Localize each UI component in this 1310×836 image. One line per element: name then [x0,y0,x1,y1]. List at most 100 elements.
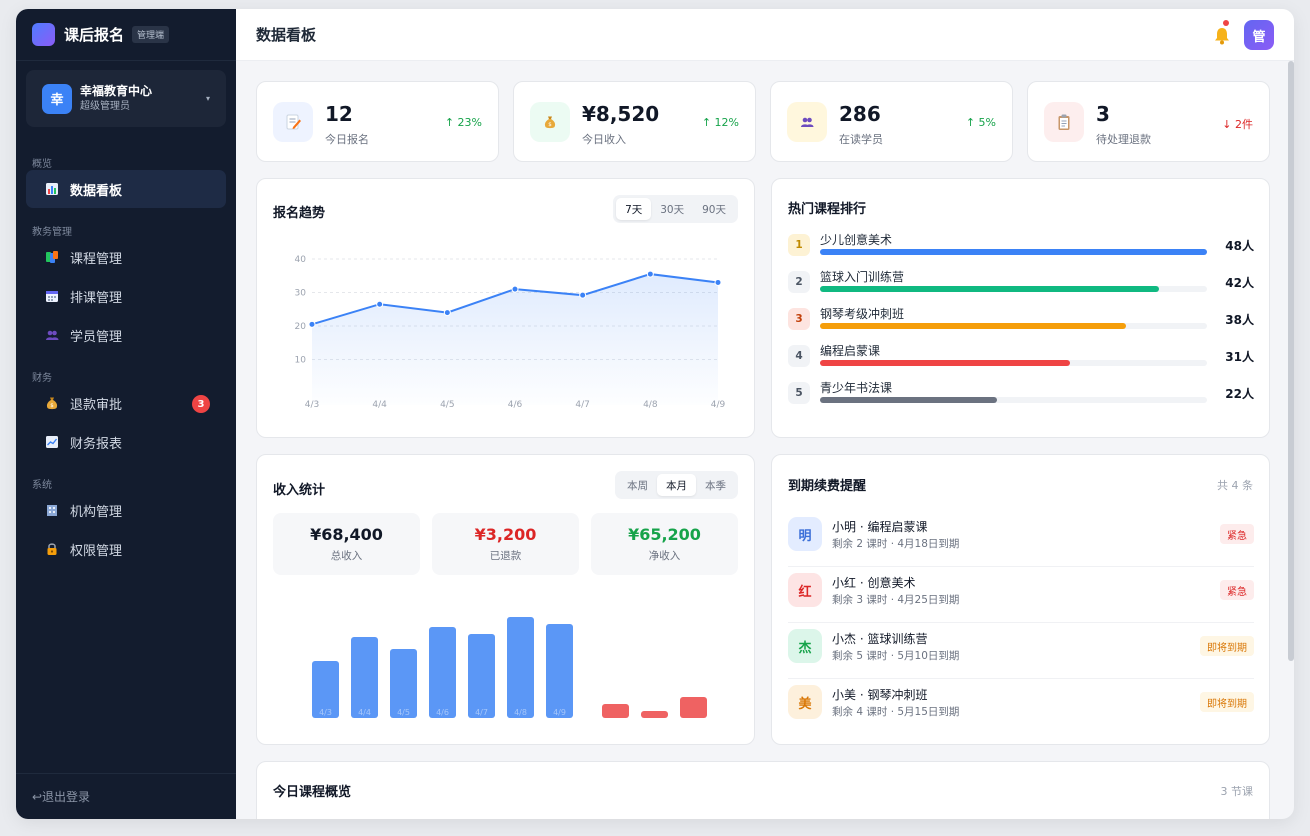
income-summary-box: ¥65,200 净收入 [591,513,738,575]
chevron-down-icon: ▾ [205,94,210,103]
ranking-row[interactable]: 1 少儿创意美术 48人 [788,231,1254,261]
sidebar-item[interactable]: 课程管理 [26,238,226,276]
rank-bar-fill [820,397,998,403]
books-icon [44,249,60,265]
stat-card: 286 在读学员 ↑ 5% [770,81,1013,162]
rank-bar-fill [820,360,1070,366]
sidebar-item[interactable]: $ 退款审批 3 [26,384,226,422]
sidebar-item[interactable]: 排课管理 [26,277,226,315]
rank-number: 4 [788,345,810,367]
users-icon [787,102,827,142]
reminder-title: 小杰 · 篮球训练营 [832,632,928,646]
stat-label: 今日报名 [325,133,369,146]
building-icon [44,502,60,518]
reminder-title: 小明 · 编程启蒙课 [832,520,928,534]
svg-text:$: $ [548,122,552,128]
rank-bar-fill [820,249,1207,255]
summary-label: 已退款 [489,550,522,562]
y-tick-label: 30 [295,289,307,299]
renewal-reminders-count: 共 4 条 [1217,479,1253,492]
reminder-row[interactable]: 明小明 · 编程启蒙课 剩余 2 课时 · 4月18日到期 紧急 [788,511,1254,567]
trend-point [443,309,451,317]
brand-tag: 管理端 [132,26,170,43]
scrollbar[interactable] [1288,61,1294,661]
bar-label: 4/8 [514,708,527,717]
rank-bar-track [820,360,1207,366]
rank-bar-fill [820,286,1159,292]
stat-value: 286 [839,102,881,126]
svg-text:$: $ [50,403,54,409]
trend-range-toggle: 7天 30天 90天 [613,195,738,223]
renewal-reminders-card: 到期续费提醒 共 4 条 明小明 · 编程启蒙课 剩余 2 课时 · 4月18日到… [771,454,1270,745]
course-name: 编程启蒙课 [820,344,881,358]
income-summary-box: ¥3,200 已退款 [432,513,579,575]
range-option[interactable]: 本周 [618,474,657,496]
summary-value: ¥3,200 [474,525,537,544]
user-avatar[interactable]: 管 [1244,20,1274,50]
course-name: 少儿创意美术 [820,233,893,247]
bar-label: 4/5 [397,708,410,717]
reminder-detail: 剩余 3 课时 · 4月25日到期 [832,594,960,606]
stat-trend: ↓ 2件 [1222,118,1253,131]
sidebar-item[interactable]: 学员管理 [26,316,226,354]
sidebar-item-label: 课程管理 [70,251,123,267]
stat-card: 3 待处理退款 ↓ 2件 [1027,81,1270,162]
reminder-row[interactable]: 杰小杰 · 篮球训练营 剩余 5 课时 · 5月10日到期 即将到期 [788,623,1254,679]
bell-icon[interactable] [1212,26,1232,46]
brand-logo [32,23,55,46]
bar-label: 4/3 [319,708,332,717]
urgency-tag: 紧急 [1220,580,1254,600]
trend-area [312,274,718,405]
rank-bar-track [820,397,1207,403]
sidebar-nav: 概览 数据看板 教务管理 课程管理 排课管理 学员管理 财务 $ 退款审批 3 财务报表 系统 机构管理… [16,155,236,568]
bar-label: 4/6 [436,708,449,717]
x-tick-label: 4/8 [643,400,658,410]
rank-bar-fill [820,323,1127,329]
summary-label: 总收入 [330,550,363,562]
ranking-row[interactable]: 4 编程启蒙课 31人 [788,342,1254,372]
student-avatar: 红 [788,573,822,607]
range-option[interactable]: 7天 [616,198,652,220]
trend-point [308,320,316,328]
today-courses-card: 今日课程概览 3 节课 [256,761,1270,819]
money-bag-icon: $ [44,395,60,411]
range-option[interactable]: 30天 [651,198,693,220]
logout-button[interactable]: ↩退出登录 [16,773,236,819]
x-tick-label: 4/7 [575,400,589,410]
sidebar-item-label: 学员管理 [70,329,123,345]
enroll-count: 38人 [1225,313,1254,327]
signup-trend-card: 报名趋势 7天 30天 90天 10 20 30 40 4/3 4/4 4/5 4/6 4/7 4/8… [256,178,755,438]
org-switcher[interactable]: 幸 幸福教育中心 超级管理员 ▾ [26,70,226,127]
money-bag-icon: $ [530,102,570,142]
reminder-row[interactable]: 美小美 · 钢琴冲刺班 剩余 4 课时 · 5月15日到期 即将到期 [788,679,1254,735]
sidebar-item[interactable]: 权限管理 [26,530,226,568]
app-window: 课后报名 管理端 幸 幸福教育中心 超级管理员 ▾ 概览 数据看板 教务管理 课程管理… [16,9,1294,819]
sidebar-item[interactable]: 机构管理 [26,491,226,529]
range-option[interactable]: 本月 [657,474,696,496]
count-badge: 3 [192,395,210,413]
lock-icon [44,541,60,557]
income-bar [351,637,378,718]
enroll-count: 42人 [1225,276,1254,290]
ranking-row[interactable]: 5 青少年书法课 22人 [788,379,1254,409]
stat-card: $ ¥8,520 今日收入 ↑ 12% [513,81,756,162]
today-courses-title: 今日课程概览 [273,785,352,800]
popular-courses-title: 热门课程排行 [788,202,867,217]
student-avatar: 明 [788,517,822,551]
sidebar-item[interactable]: 数据看板 [26,170,226,208]
renewal-reminders-title: 到期续费提醒 [788,479,867,494]
sidebar-item[interactable]: 财务报表 [26,423,226,461]
urgency-tag: 即将到期 [1200,692,1254,712]
range-option[interactable]: 本季 [696,474,735,496]
reminder-title: 小美 · 钢琴冲刺班 [832,688,928,702]
ranking-row[interactable]: 2 篮球入门训练营 42人 [788,268,1254,298]
nav-section-label: 教务管理 [32,227,72,238]
ranking-row[interactable]: 3 钢琴考级冲刺班 38人 [788,305,1254,335]
refund-bar [680,697,707,718]
range-option[interactable]: 90天 [693,198,735,220]
y-tick-label: 20 [295,322,307,332]
sidebar: 课后报名 管理端 幸 幸福教育中心 超级管理员 ▾ 概览 数据看板 教务管理 课程管理… [16,9,236,819]
income-range-toggle: 本周 本月 本季 [615,471,738,499]
trend-point [579,291,587,299]
reminder-row[interactable]: 红小红 · 创意美术 剩余 3 课时 · 4月25日到期 紧急 [788,567,1254,623]
